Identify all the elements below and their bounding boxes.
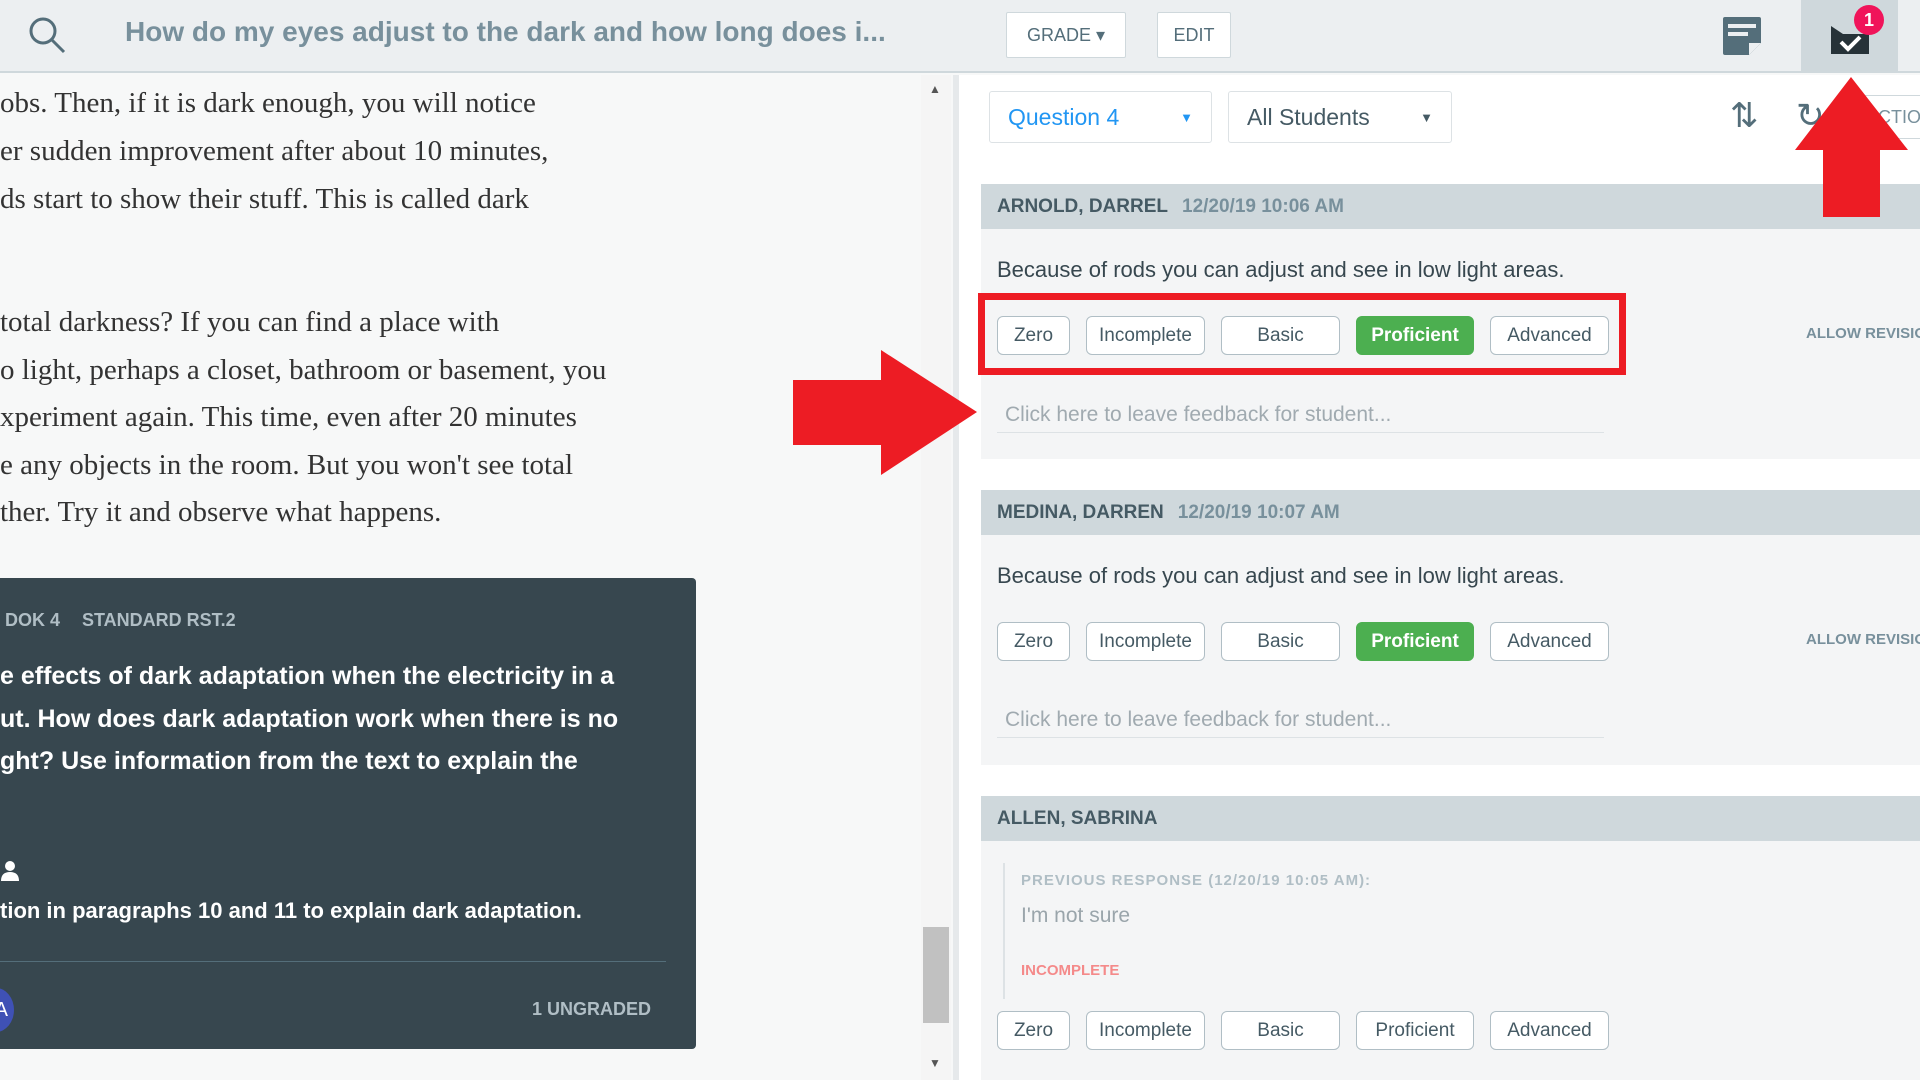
reading-line: total darkness? If you can find a place … — [0, 306, 500, 338]
grade-zero-button[interactable]: Zero — [997, 622, 1070, 661]
student-name: MEDINA, DARREN — [997, 501, 1164, 523]
feedback-input[interactable]: Click here to leave feedback for student… — [997, 702, 1604, 738]
top-bar: How do my eyes adjust to the dark and ho… — [0, 0, 1920, 73]
submission-time: 12/20/19 10:06 AM — [1182, 195, 1344, 217]
scrollbar-thumb[interactable] — [923, 927, 949, 1023]
notes-icon[interactable] — [1721, 15, 1763, 57]
grade-advanced-button[interactable]: Advanced — [1490, 622, 1609, 661]
avatar[interactable]: A — [0, 988, 14, 1032]
submission-time: 12/20/19 10:07 AM — [1177, 501, 1340, 523]
reading-line: ther. Try it and observe what happens. — [0, 496, 442, 528]
right-arrow-annotation — [793, 350, 977, 475]
question-select-value: Question 4 — [1008, 103, 1120, 130]
student-header: ALLEN, SABRINA — [981, 796, 1920, 841]
scroll-up-arrow[interactable]: ▲ — [929, 82, 941, 96]
question-line: ut. How does dark adaptation work when t… — [0, 705, 619, 733]
student-response-card: ALLEN, SABRINA PREVIOUS RESPONSE (12/20/… — [981, 796, 1920, 1080]
grade-proficient-button[interactable]: Proficient — [1356, 1011, 1474, 1050]
chevron-down-icon: ▼ — [1420, 109, 1433, 125]
reading-line: xperiment again. This time, even after 2… — [0, 401, 577, 433]
grade-incomplete-button[interactable]: Incomplete — [1086, 622, 1205, 661]
dok-label: DOK 4 — [5, 610, 61, 630]
reading-line: obs. Then, if it is dark enough, you wil… — [0, 87, 536, 119]
ungraded-count[interactable]: 1 UNGRADED — [532, 999, 651, 1020]
grade-button[interactable]: GRADE ▾ — [1006, 12, 1126, 58]
grade-proficient-button[interactable]: Proficient — [1356, 622, 1474, 661]
student-response: Because of rods you can adjust and see i… — [997, 257, 1565, 282]
allow-revision-button[interactable]: ALLOW REVISION — [1806, 631, 1920, 648]
divider — [0, 961, 666, 962]
grade-advanced-button[interactable]: Advanced — [1490, 1011, 1609, 1050]
students-select[interactable]: All Students ▼ — [1228, 91, 1452, 143]
reading-line: o light, perhaps a closet, bathroom or b… — [0, 354, 607, 386]
question-select[interactable]: Question 4 ▼ — [989, 91, 1212, 143]
student-name: ARNOLD, DARREL — [997, 195, 1168, 217]
notification-badge: 1 — [1854, 5, 1884, 35]
reading-line: ds start to show their stuff. This is ca… — [0, 183, 529, 215]
edit-button[interactable]: EDIT — [1157, 12, 1231, 58]
reading-line: er sudden improvement after about 10 min… — [0, 135, 549, 167]
previous-grade: INCOMPLETE — [1021, 962, 1120, 979]
student-header: MEDINA, DARREN 12/20/19 10:07 AM — [981, 490, 1920, 535]
sort-icon[interactable]: ⇅ — [1730, 96, 1759, 136]
highlight-box-annotation — [978, 293, 1626, 375]
reading-line: e any objects in the room. But you won't… — [0, 449, 574, 481]
grade-basic-button[interactable]: Basic — [1221, 1011, 1340, 1050]
previous-response: I'm not sure — [1021, 904, 1131, 927]
question-line: e effects of dark adaptation when the el… — [0, 662, 615, 690]
student-header: ARNOLD, DARREL 12/20/19 10:06 AM — [981, 184, 1920, 229]
grading-inbox-button[interactable]: 1 — [1801, 0, 1898, 73]
student-response-card: MEDINA, DARREN 12/20/19 10:07 AM Because … — [981, 490, 1920, 765]
question-card[interactable]: DOK 4 STANDARD RST.2 e effects of dark a… — [0, 578, 696, 1049]
rubric-hint: tion in paragraphs 10 and 11 to explain … — [0, 898, 582, 923]
scroll-down-arrow[interactable]: ▼ — [929, 1056, 941, 1070]
standard-label: STANDARD RST.2 — [82, 610, 236, 630]
feedback-input[interactable]: Click here to leave feedback for student… — [997, 397, 1604, 433]
chevron-down-icon: ▼ — [1180, 109, 1193, 125]
assignment-title: How do my eyes adjust to the dark and ho… — [125, 16, 886, 47]
person-icon — [1, 861, 19, 881]
search-icon[interactable] — [26, 14, 70, 58]
previous-response-label: PREVIOUS RESPONSE (12/20/19 10:05 AM): — [1021, 872, 1372, 889]
allow-revision-button[interactable]: ALLOW REVISION — [1806, 325, 1920, 342]
student-name: ALLEN, SABRINA — [997, 807, 1158, 829]
quote-border — [1003, 863, 1005, 999]
grade-basic-button[interactable]: Basic — [1221, 622, 1340, 661]
grade-zero-button[interactable]: Zero — [997, 1011, 1070, 1050]
question-line: ght? Use information from the text to ex… — [0, 747, 578, 775]
student-response: Because of rods you can adjust and see i… — [997, 563, 1565, 588]
students-select-value: All Students — [1247, 103, 1370, 130]
grade-incomplete-button[interactable]: Incomplete — [1086, 1011, 1205, 1050]
up-arrow-annotation — [1795, 77, 1908, 217]
